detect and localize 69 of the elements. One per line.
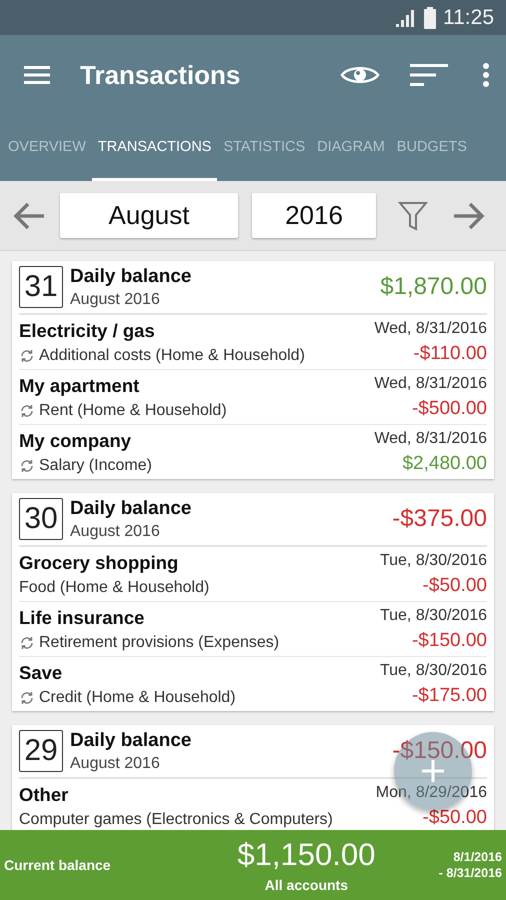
transaction-amount: $2,480.00 xyxy=(402,452,487,474)
transaction-name: Electricity / gas xyxy=(19,320,156,342)
transaction-amount: -$500.00 xyxy=(412,398,487,420)
sort-icon[interactable] xyxy=(410,63,448,87)
transaction-date: Tue, 8/30/2016 xyxy=(380,662,487,680)
transaction-amount: -$50.00 xyxy=(422,574,487,596)
repeat-icon xyxy=(19,634,35,650)
transaction-date: Wed, 8/31/2016 xyxy=(374,374,487,392)
transaction-date: Mon, 8/29/2016 xyxy=(376,784,487,802)
transaction-name: Save xyxy=(19,662,64,684)
previous-arrow-icon[interactable] xyxy=(12,200,46,230)
transaction-name: Other xyxy=(19,784,70,806)
transaction-row[interactable]: Grocery shopping Food (Home & Household) Tue, 8/30/2016 -$50.00 xyxy=(19,547,487,602)
transaction-category: Additional costs (Home & Household) xyxy=(39,346,305,364)
transaction-date: Tue, 8/30/2016 xyxy=(380,552,487,570)
current-balance: $1,150.00 xyxy=(237,837,376,873)
day-number: 31 xyxy=(19,266,63,308)
transaction-name: My apartment xyxy=(19,374,140,396)
day-subtitle: August 2016 xyxy=(70,754,161,772)
day-subtitle: August 2016 xyxy=(70,522,161,540)
repeat-icon xyxy=(19,690,35,706)
transaction-name: My company xyxy=(19,430,132,452)
transaction-amount: -$150.00 xyxy=(412,630,487,652)
transaction-name: Grocery shopping xyxy=(19,552,180,574)
menu-icon[interactable] xyxy=(24,65,50,85)
day-title: Daily balance xyxy=(70,498,192,520)
signal-icon xyxy=(395,8,417,28)
day-number: 30 xyxy=(19,498,63,540)
transaction-category: Rent (Home & Household) xyxy=(39,402,227,420)
transaction-category: Food (Home & Household) xyxy=(19,578,210,596)
day-title: Daily balance xyxy=(70,730,192,752)
day-number: 29 xyxy=(19,730,63,772)
transaction-amount: -$110.00 xyxy=(413,342,487,364)
screen-title: Transactions xyxy=(80,60,242,90)
next-arrow-icon[interactable] xyxy=(452,200,486,230)
transaction-row[interactable]: My apartment Rent (Home & Household) Wed, 8/31/2016 -$500.00 xyxy=(19,370,487,425)
year-selector[interactable]: 2016 xyxy=(252,193,376,238)
battery-icon xyxy=(423,6,437,28)
transaction-date: Wed, 8/31/2016 xyxy=(374,320,487,338)
balance-label: Current balance xyxy=(4,857,112,873)
transaction-row[interactable]: Life insurance Retirement provisions (Expenses) Tue, 8/30/2016 -$150.00 xyxy=(19,602,487,657)
repeat-icon xyxy=(19,348,35,364)
more-icon[interactable] xyxy=(482,62,490,88)
transaction-row[interactable]: Electricity / gas Additional costs (Home & Household) Wed, 8/31/2016 -$110.00 xyxy=(19,315,487,370)
day-subtitle: August 2016 xyxy=(70,290,161,308)
transaction-category: Retirement provisions (Expenses) xyxy=(39,634,280,652)
transaction-category: Credit (Home & Household) xyxy=(39,688,236,706)
transaction-row[interactable]: My company Salary (Income) Wed, 8/31/2016 $2,480.00 xyxy=(19,425,487,479)
day-title: Daily balance xyxy=(70,266,192,288)
transaction-date: Wed, 8/31/2016 xyxy=(374,430,487,448)
transaction-row[interactable]: Save Credit (Home & Household) Tue, 8/30/2016 -$175.00 xyxy=(19,657,487,711)
range-end: - 8/31/2016 xyxy=(438,866,502,880)
transaction-category: Salary (Income) xyxy=(39,456,152,474)
repeat-icon xyxy=(19,402,35,418)
repeat-icon xyxy=(19,458,35,474)
plus-icon xyxy=(421,759,445,783)
range-start: 8/1/2016 xyxy=(453,850,502,864)
daily-balance: -$375.00 xyxy=(392,505,487,533)
transaction-date: Tue, 8/30/2016 xyxy=(380,606,487,624)
transaction-category: Computer games (Electronics & Computers) xyxy=(19,810,333,828)
daily-balance: $1,870.00 xyxy=(380,273,487,301)
accounts-label: All accounts xyxy=(264,877,348,893)
transaction-amount: -$50.00 xyxy=(422,806,487,828)
transaction-amount: -$175.00 xyxy=(412,684,487,706)
status-time: 11:25 xyxy=(443,6,494,30)
filter-icon[interactable] xyxy=(398,200,428,232)
transaction-name: Life insurance xyxy=(19,606,146,628)
month-selector[interactable]: August xyxy=(60,193,238,238)
transaction-row[interactable]: Other Computer games (Electronics & Computers) Mon, 8/29/2016 -$50.00 xyxy=(19,779,487,831)
